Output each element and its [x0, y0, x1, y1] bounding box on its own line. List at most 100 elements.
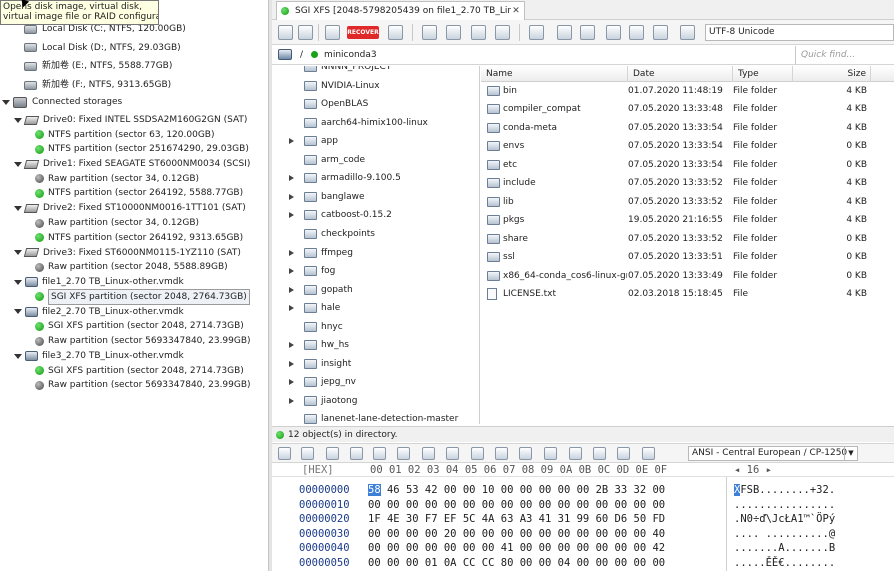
hex-row[interactable]: 00000000 58 46 53 42 00 00 10 00 00 00 00… [272, 483, 894, 497]
encoding-select[interactable]: UTF-8 Unicode [705, 24, 894, 41]
column-size[interactable]: Size [793, 66, 871, 82]
expand-arrow-icon[interactable] [289, 342, 294, 349]
hex-bytes[interactable]: 58 46 53 42 00 00 10 00 00 00 00 00 2B 3… [368, 483, 665, 497]
hex-bytes[interactable]: 1F 4E 30 F7 EF 5C 4A 63 A3 41 31 99 60 D… [368, 512, 665, 526]
partition-item[interactable]: Raw partition (sector 34, 0.12GB) [35, 172, 199, 186]
hex-ascii[interactable]: .... ..........@ [734, 527, 835, 541]
recover-button[interactable]: RECOVER [347, 26, 379, 39]
hex-row[interactable]: 00000010 00 00 00 00 00 00 00 00 00 00 00… [272, 498, 894, 512]
document-icon[interactable] [569, 447, 582, 460]
drive-item[interactable]: file2_2.70 TB_Linux-other.vmdk [14, 305, 184, 319]
open-disk-icon[interactable] [278, 25, 293, 40]
copy-hex-icon[interactable] [373, 447, 386, 460]
next-icon[interactable] [446, 447, 459, 460]
column-type[interactable]: Type [733, 66, 793, 82]
tools-icon[interactable] [580, 25, 595, 40]
partition-item[interactable]: NTFS partition (sector 63, 120.00GB) [35, 128, 215, 142]
folder-tree-item[interactable]: NVIDIA-Linux [272, 77, 479, 95]
partition-item[interactable]: NTFS partition (sector 264192, 9313.65GB… [35, 231, 243, 245]
folder-tree-item[interactable]: checkpoints [272, 225, 479, 243]
file-row[interactable]: share 07.05.2020 13:33:52 File folder 0 KB [481, 230, 894, 248]
view-icon[interactable] [495, 25, 510, 40]
expand-arrow-icon[interactable] [289, 286, 294, 293]
folder-tree-item[interactable]: lanenet-lane-detection-master [272, 410, 479, 424]
collapse-icon[interactable] [14, 117, 22, 123]
folder-tree-item[interactable]: armadillo-9.100.5 [272, 169, 479, 187]
partition-item[interactable]: SGI XFS partition (sector 2048, 2764.73G… [35, 288, 250, 305]
file-row[interactable]: compiler_compat 07.05.2020 13:33:48 File f… [481, 100, 894, 118]
flag-icon[interactable] [544, 447, 557, 460]
open-file-icon[interactable] [298, 25, 313, 40]
hex-row[interactable]: 00000050 00 00 00 01 0A CC CC 80 00 00 04… [272, 556, 894, 570]
disk-item[interactable]: 新加卷 (F:, NTFS, 9313.65GB) [24, 78, 171, 92]
disk-icon[interactable] [606, 25, 621, 40]
file-row[interactable]: ssl 07.05.2020 13:33:51 File folder 0 KB [481, 248, 894, 266]
expand-arrow-icon[interactable] [289, 379, 294, 386]
expand-arrow-icon[interactable] [289, 397, 294, 404]
hex-page-indicator[interactable]: ◂ 16 ▸ [734, 463, 772, 477]
hex-bytes[interactable]: 00 00 00 00 00 00 00 00 00 00 00 00 00 0… [368, 498, 665, 512]
partition-item[interactable]: Raw partition (sector 5693347840, 23.99G… [35, 378, 251, 392]
gear-icon[interactable] [557, 25, 572, 40]
partition-item[interactable]: SGI XFS partition (sector 2048, 2714.73G… [35, 319, 244, 333]
chevron-down-icon[interactable]: ▼ [844, 447, 857, 460]
file-row[interactable]: include 07.05.2020 13:33:52 File folder 4 K… [481, 174, 894, 192]
expand-arrow-icon[interactable] [289, 175, 294, 182]
drive-item[interactable]: Drive1: Fixed SEAGATE ST6000NM0034 (SCSI… [14, 157, 250, 171]
collapse-icon[interactable] [14, 250, 22, 256]
hex-bytes[interactable]: 00 00 00 00 00 00 00 41 00 00 00 00 00 0… [368, 541, 665, 555]
folder-tree-item[interactable]: ffmpeg [272, 244, 479, 262]
folder-tree-item[interactable]: banglawe [272, 188, 479, 206]
expand-arrow-icon[interactable] [289, 138, 294, 145]
folder-tree-item[interactable]: app [272, 132, 479, 150]
hex-row[interactable]: 00000040 00 00 00 00 00 00 00 41 00 00 00… [272, 541, 894, 555]
partition-item[interactable]: SGI XFS partition (sector 2048, 2714.73G… [35, 364, 244, 378]
edit-icon[interactable] [593, 447, 606, 460]
connected-storages[interactable]: Connected storages [2, 95, 122, 109]
file-row[interactable]: LICENSE.txt 02.03.2018 15:18:45 File 4 KB [481, 285, 894, 303]
disk-item[interactable]: Local Disk (D:, NTFS, 29.03GB) [24, 41, 181, 55]
hex-bytes[interactable]: 00 00 00 01 0A CC CC 80 00 00 04 00 00 0… [368, 556, 665, 570]
file-row[interactable]: envs 07.05.2020 13:33:54 File folder 0 KB [481, 137, 894, 155]
expand-arrow-icon[interactable] [289, 212, 294, 219]
drive-item[interactable]: Drive3: Fixed ST6000NM0115-1YZ110 (SAT) [14, 246, 241, 260]
page-icon[interactable] [471, 447, 484, 460]
partition-item[interactable]: Raw partition (sector 5693347840, 23.99G… [35, 334, 251, 348]
hex-ascii[interactable]: .......A.......B [734, 541, 835, 555]
properties-icon[interactable] [653, 25, 668, 40]
hex-ascii[interactable]: XFSB........+32. [734, 483, 835, 497]
breadcrumb[interactable]: miniconda3 [324, 50, 795, 60]
collapse-icon[interactable] [14, 205, 22, 211]
folder-tree-item[interactable]: jepg_nv [272, 373, 479, 391]
drive-item[interactable]: file3_2.70 TB_Linux-other.vmdk [14, 349, 184, 363]
expand-arrow-icon[interactable] [289, 305, 294, 312]
charset-select[interactable]: ANSI - Central European / CP-1250 ▼ [688, 446, 858, 461]
selected-byte[interactable]: 58 [368, 484, 381, 496]
quick-find-input[interactable]: Quick find... [795, 45, 894, 64]
up-icon[interactable] [446, 25, 461, 40]
hex-row[interactable]: 00000030 00 00 00 00 20 00 00 00 00 00 00… [272, 527, 894, 541]
drive-item[interactable]: Drive0: Fixed INTEL SSDSA2M160G2GN (SAT) [14, 113, 247, 127]
file-row[interactable]: etc 07.05.2020 13:33:54 File folder 0 KB [481, 156, 894, 174]
goto-icon[interactable] [397, 447, 410, 460]
expand-arrow-icon[interactable] [289, 249, 294, 256]
hex-bytes[interactable]: 00 00 00 00 20 00 00 00 00 00 00 00 00 0… [368, 527, 665, 541]
folder-tree-item[interactable]: hw_hs [272, 336, 479, 354]
drive-item[interactable]: Drive2: Fixed ST10000NM0016-1TT101 (SAT) [14, 201, 246, 215]
copy-icon[interactable] [326, 447, 339, 460]
file-row[interactable]: lib 07.05.2020 13:33:52 File folder 4 KB [481, 193, 894, 211]
file-row[interactable]: bin 01.07.2020 11:48:19 File folder 4 KB [481, 82, 894, 100]
folder-tree-item[interactable]: OpenBLAS [272, 95, 479, 113]
select-icon[interactable] [301, 447, 314, 460]
drive-item[interactable]: file1_2.70 TB_Linux-other.vmdk [14, 275, 184, 289]
folder-tree-item[interactable]: catboost-0.15.2 [272, 206, 479, 224]
hex-ascii[interactable]: .....ĚĚ€........ [734, 556, 835, 570]
refresh-icon[interactable] [471, 25, 486, 40]
file-row[interactable]: pkgs 19.05.2020 21:16:55 File folder 4 KB [481, 211, 894, 229]
folder-tree-item[interactable]: arm_code [272, 151, 479, 169]
collapse-icon[interactable] [14, 353, 22, 359]
sync-icon[interactable] [617, 447, 630, 460]
column-name[interactable]: Name [481, 66, 628, 82]
hex-ascii[interactable]: ................ [734, 498, 835, 512]
folder-tree-item[interactable]: fog [272, 262, 479, 280]
